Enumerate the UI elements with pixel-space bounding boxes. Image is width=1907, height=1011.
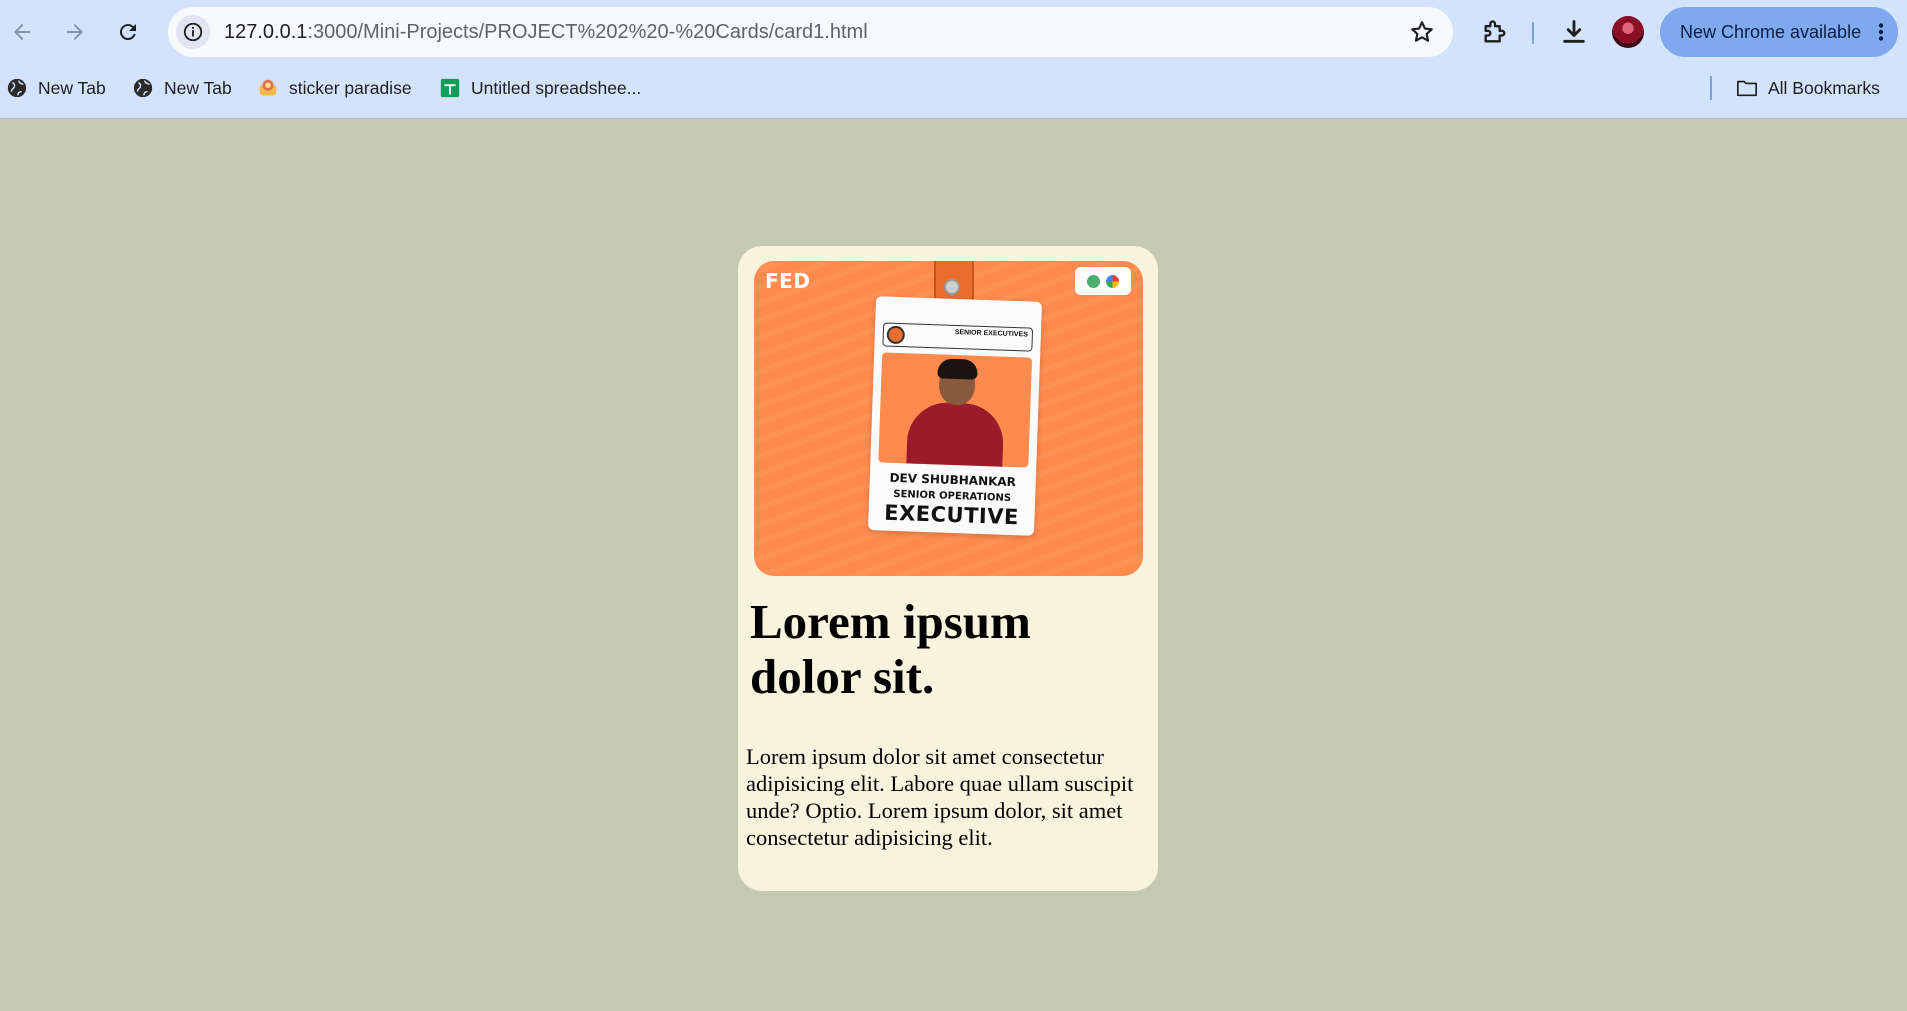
profile-avatar[interactable] bbox=[1612, 16, 1644, 48]
puzzle-icon bbox=[1484, 20, 1506, 43]
forward-button[interactable] bbox=[55, 12, 95, 52]
bookmark-label: New Tab bbox=[164, 77, 232, 98]
back-arrow-icon bbox=[14, 24, 30, 40]
folder-icon bbox=[1736, 77, 1758, 99]
all-bookmarks-button[interactable]: All Bookmarks bbox=[1736, 70, 1880, 106]
id-badge-header: SENIOR EXECUTIVES bbox=[882, 322, 1034, 352]
profile-card: FED SENIOR EXECUTIVES DEV SHUBHANKAR SEN… bbox=[738, 246, 1158, 891]
id-title-line2: EXECUTIVE bbox=[883, 500, 1020, 530]
bookmark-item[interactable]: Untitled spreadshee... bbox=[439, 70, 641, 106]
browser-toolbar: 127.0.0.1:3000/Mini-Projects/PROJECT%202… bbox=[0, 0, 1907, 64]
chrome-update-button[interactable]: New Chrome available bbox=[1660, 7, 1898, 57]
reload-button[interactable] bbox=[108, 12, 148, 52]
reload-icon bbox=[119, 24, 136, 41]
org-label: FED bbox=[765, 269, 811, 293]
url-path: :3000/Mini-Projects/PROJECT%202%20-%20Ca… bbox=[307, 21, 868, 43]
extensions-button[interactable] bbox=[1479, 16, 1511, 48]
downloads-button[interactable] bbox=[1558, 16, 1590, 48]
download-icon bbox=[1563, 20, 1585, 43]
bookmark-item[interactable]: New Tab bbox=[132, 70, 232, 106]
globe-icon bbox=[132, 77, 154, 99]
toolbar-separator bbox=[1532, 22, 1534, 44]
bookmark-star-button[interactable] bbox=[1409, 19, 1435, 45]
info-icon bbox=[183, 22, 203, 42]
card-image: FED SENIOR EXECUTIVES DEV SHUBHANKAR SEN… bbox=[754, 261, 1143, 576]
url-host: 127.0.0.1 bbox=[224, 21, 308, 43]
id-role-small: SENIOR EXECUTIVES bbox=[954, 328, 1028, 339]
bookmarks-separator bbox=[1710, 76, 1712, 100]
sticker-icon bbox=[257, 77, 279, 99]
org-logo-icon bbox=[886, 325, 906, 345]
bookmark-item[interactable]: sticker paradise bbox=[257, 70, 412, 106]
card-title: Lorem ipsum dolor sit. bbox=[750, 594, 1031, 704]
bookmarks-bar: New Tab New Tab sticker paradise Untitle… bbox=[0, 70, 1907, 106]
url-text[interactable]: 127.0.0.1:3000/Mini-Projects/PROJECT%202… bbox=[224, 7, 868, 57]
address-bar[interactable]: 127.0.0.1:3000/Mini-Projects/PROJECT%202… bbox=[168, 7, 1453, 57]
chrome-update-label: New Chrome available bbox=[1680, 22, 1862, 42]
color-wheel-logo-icon bbox=[1106, 274, 1119, 288]
bookmark-label: sticker paradise bbox=[289, 77, 412, 98]
site-info-button[interactable] bbox=[176, 15, 210, 49]
all-bookmarks-label: All Bookmarks bbox=[1768, 77, 1880, 98]
kebab-menu-icon bbox=[1878, 23, 1884, 41]
back-button[interactable] bbox=[2, 12, 42, 52]
forward-arrow-icon bbox=[67, 24, 83, 40]
bookmark-label: Untitled spreadshee... bbox=[471, 77, 642, 98]
sponsor-badge bbox=[1075, 267, 1131, 295]
bookmark-item[interactable]: New Tab bbox=[6, 70, 106, 106]
person-body bbox=[906, 401, 1005, 468]
card-description: Lorem ipsum dolor sit amet consectetur a… bbox=[746, 744, 1134, 850]
browser-chrome: 127.0.0.1:3000/Mini-Projects/PROJECT%202… bbox=[0, 0, 1907, 119]
person-hair bbox=[937, 358, 978, 380]
id-photo bbox=[878, 352, 1033, 468]
star-icon bbox=[1411, 21, 1433, 42]
leaf-logo-icon bbox=[1087, 274, 1100, 288]
globe-icon bbox=[6, 77, 28, 99]
lanyard-clip bbox=[944, 279, 960, 295]
id-name: DEV SHUBHANKAR bbox=[889, 470, 1017, 490]
bookmark-label: New Tab bbox=[38, 77, 106, 98]
id-badge: SENIOR EXECUTIVES DEV SHUBHANKAR SENIOR … bbox=[867, 296, 1043, 536]
sheets-icon bbox=[439, 77, 461, 99]
